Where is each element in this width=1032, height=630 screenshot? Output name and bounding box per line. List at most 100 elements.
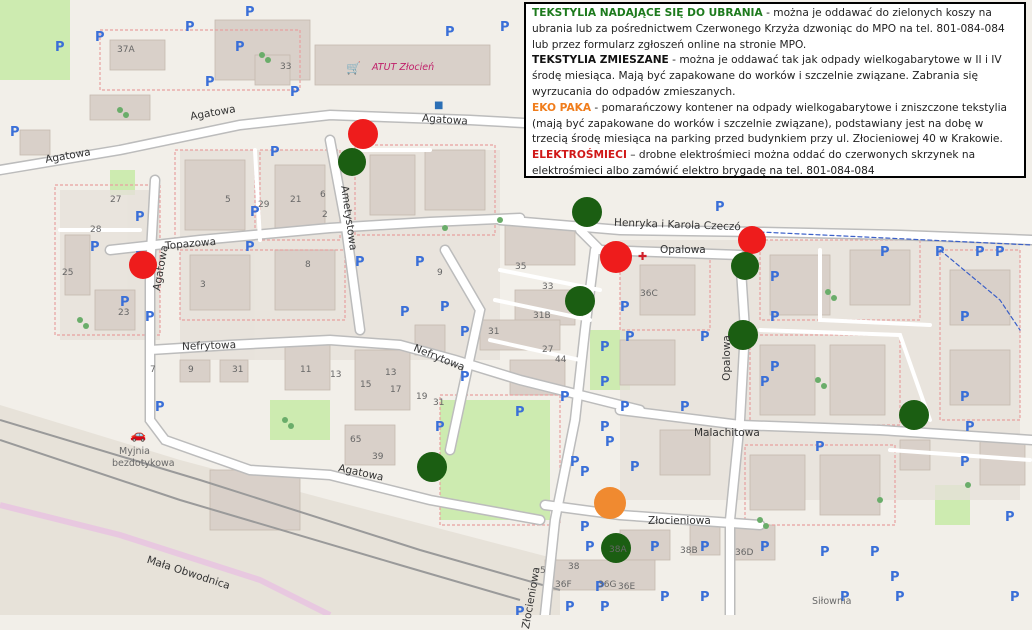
- parking-icon: P: [560, 390, 570, 405]
- poi-myjnia-2: bezdotykowa: [112, 458, 175, 469]
- parking-icon: P: [245, 240, 255, 255]
- parking-icon: P: [965, 420, 975, 435]
- marker-orange-zlocieniowa[interactable]: [594, 487, 626, 519]
- marker-green-east[interactable]: [899, 400, 929, 430]
- parking-icon: P: [55, 40, 65, 55]
- parking-icon: P: [580, 465, 590, 480]
- house-number: 28: [90, 225, 102, 235]
- parking-icon: P: [185, 20, 195, 35]
- house-number: 33: [280, 62, 292, 72]
- parking-icon: P: [700, 540, 710, 555]
- parking-icon: P: [620, 300, 630, 315]
- parking-icon: P: [600, 340, 610, 355]
- legend-key-elektrosmieci: ELEKTROŚMIECI: [532, 149, 627, 162]
- parking-icon: P: [500, 20, 510, 35]
- legend-key-tekstylia-ubrania: TEKSTYLIA NADAJĄCE SIĘ DO UBRANIA: [532, 7, 763, 19]
- parking-icon: P: [245, 5, 255, 20]
- house-number: 36C: [640, 289, 658, 299]
- parking-icon: P: [660, 590, 670, 605]
- parking-icon: P: [445, 25, 455, 40]
- marker-green-agatowa-south[interactable]: [417, 452, 447, 482]
- parking-icon: P: [680, 400, 690, 415]
- house-number: 35: [515, 262, 527, 272]
- parking-icon: P: [155, 400, 165, 415]
- legend-item-elektrosmieci: ELEKTROŚMIECI – drobne elektrośmieci moż…: [532, 148, 1018, 176]
- poi-silownia: Siłownia: [812, 596, 852, 607]
- legend-item-eko-paka: EKO PAKA - pomarańczowy kontener na odpa…: [532, 101, 1018, 148]
- parking-icon: P: [600, 420, 610, 435]
- parking-icon: P: [1005, 510, 1015, 525]
- parking-icon: P: [770, 270, 780, 285]
- parking-icon: P: [460, 325, 470, 340]
- marker-green-35[interactable]: [565, 286, 595, 316]
- house-number: 19: [416, 392, 428, 402]
- house-number: 7: [150, 365, 156, 375]
- legend-item-tekstylia-ubrania: TEKSTYLIA NADAJĄCE SIĘ DO UBRANIA - możn…: [532, 6, 1018, 53]
- parking-icon: P: [605, 435, 615, 450]
- marker-red-opalowa-1[interactable]: [600, 241, 632, 273]
- parking-icon: P: [355, 255, 365, 270]
- shop-icon: 🛒: [346, 61, 361, 75]
- house-number: 21: [290, 195, 302, 205]
- house-number: 2: [322, 210, 328, 220]
- street-label-zlocieniowa: Złocieniowa: [648, 515, 711, 527]
- parking-icon: P: [760, 540, 770, 555]
- house-number: 3: [200, 280, 206, 290]
- house-number: 25: [62, 268, 74, 278]
- parking-icon: P: [95, 30, 105, 45]
- bus-stop-icon: ■: [434, 100, 444, 111]
- parking-icon: P: [700, 330, 710, 345]
- poi-atut: ATUT Złocień: [372, 62, 435, 73]
- house-number: 11: [300, 365, 312, 375]
- parking-icon: P: [435, 420, 445, 435]
- marker-red-opalowa-2[interactable]: [738, 226, 766, 254]
- parking-icon: P: [715, 200, 725, 215]
- marker-green-ametystowa[interactable]: [338, 148, 366, 176]
- house-number: 65: [350, 435, 362, 445]
- parking-icon: P: [270, 145, 280, 160]
- parking-icon: P: [620, 400, 630, 415]
- parking-icon: P: [960, 455, 970, 470]
- house-number: 15: [360, 380, 372, 390]
- house-number: 36D: [735, 548, 754, 558]
- house-number: 31: [488, 327, 500, 337]
- legend-key-tekstylia-zmieszane: TEKSTYLIA ZMIESZANE: [532, 54, 669, 67]
- parking-icon: P: [960, 310, 970, 325]
- house-number: 38: [568, 562, 580, 572]
- parking-icon: P: [205, 75, 215, 90]
- parking-icon: P: [760, 375, 770, 390]
- parking-icon: P: [600, 600, 610, 615]
- parking-icon: P: [975, 245, 985, 260]
- parking-icon: P: [585, 540, 595, 555]
- parking-icon: P: [290, 85, 300, 100]
- parking-icon: P: [880, 245, 890, 260]
- house-number: 5: [225, 195, 231, 205]
- house-number: 13: [330, 370, 342, 380]
- marker-green-henryka[interactable]: [572, 197, 602, 227]
- house-number: 8: [305, 260, 311, 270]
- parking-icon: P: [625, 330, 635, 345]
- legend-key-eko-paka: EKO PAKA: [532, 101, 592, 114]
- parking-icon: P: [580, 520, 590, 535]
- parking-icon: P: [700, 590, 710, 605]
- pharmacy-icon: ✚: [638, 250, 648, 263]
- street-label-nefrytowa-1: Nefrytowa: [181, 339, 237, 353]
- parking-icon: P: [890, 570, 900, 585]
- parking-icon: P: [440, 300, 450, 315]
- street-label-malachitowa: Malachitowa: [694, 427, 760, 439]
- house-number: 44: [555, 355, 567, 365]
- house-number: 17: [390, 385, 402, 395]
- poi-myjnia-1: Myjnia: [119, 446, 150, 457]
- marker-green-opalowa[interactable]: [731, 252, 759, 280]
- house-number: 9: [188, 365, 194, 375]
- parking-icon: P: [960, 390, 970, 405]
- marker-red-agatowa[interactable]: [348, 119, 378, 149]
- house-number: 27: [110, 195, 122, 205]
- parking-icon: P: [235, 40, 245, 55]
- house-number: 29: [258, 200, 270, 210]
- house-number: 36G: [598, 580, 617, 590]
- parking-icon: P: [630, 460, 640, 475]
- parking-icon: P: [10, 125, 20, 140]
- parking-icon: P: [995, 245, 1005, 260]
- house-number: 6: [320, 190, 326, 200]
